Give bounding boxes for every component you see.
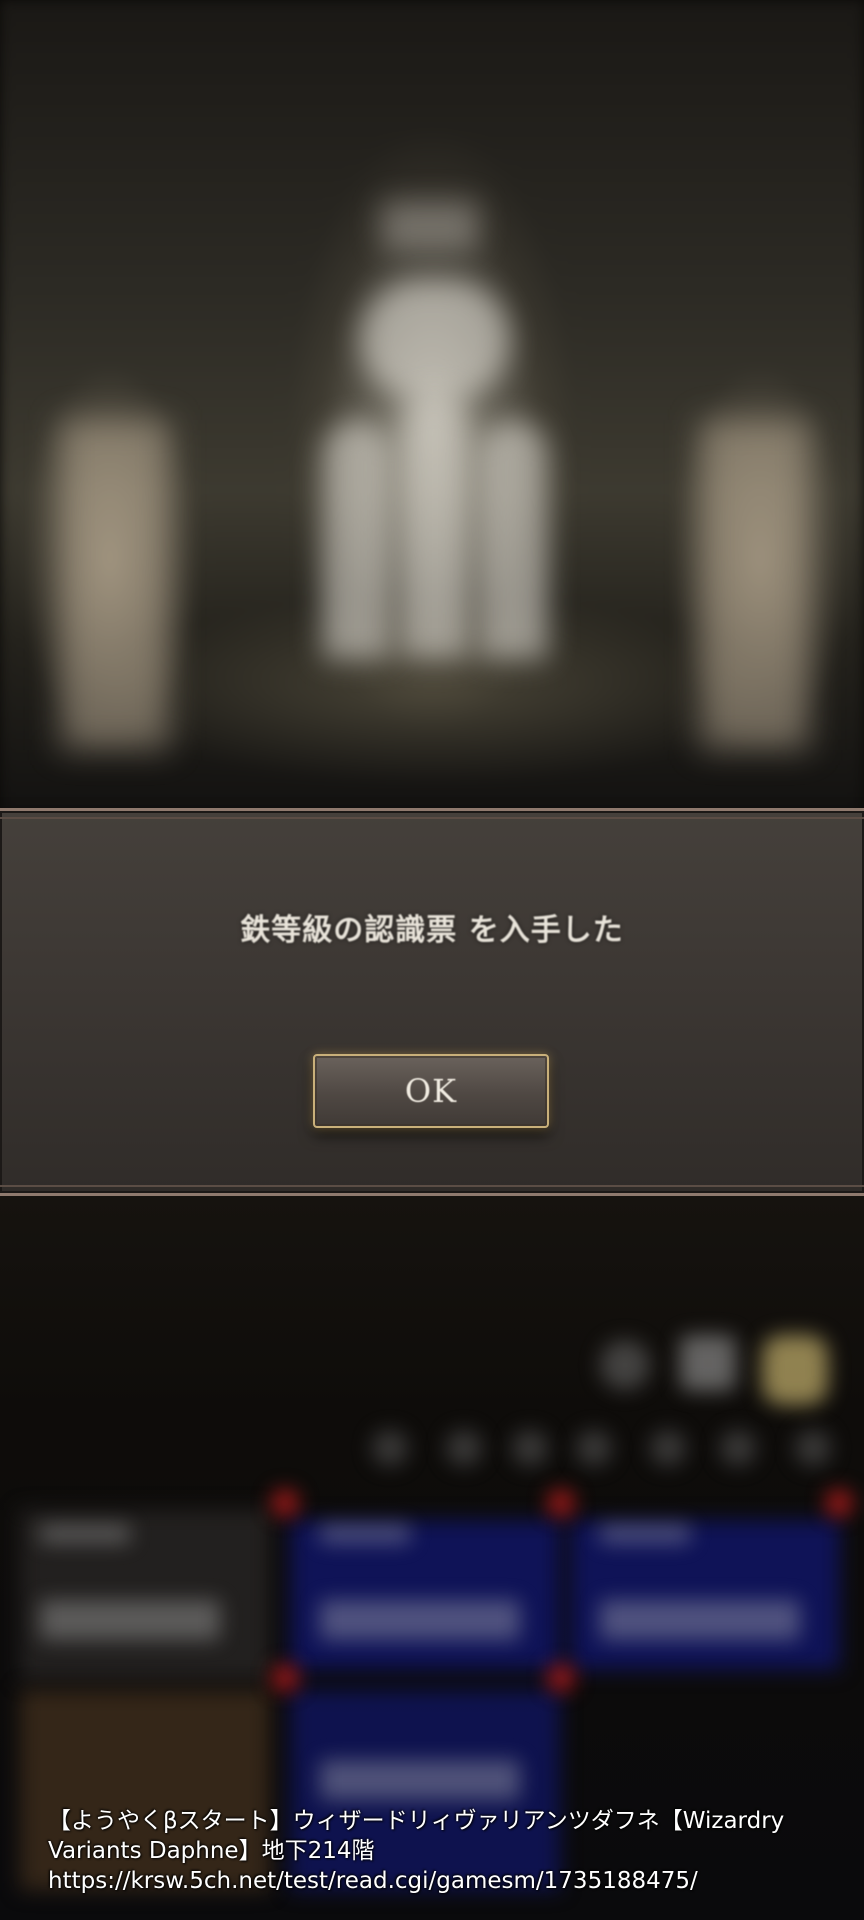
blurred-gear-icon	[680, 1335, 736, 1391]
game-screen: 鉄等級の認識票 を入手した OK 【ようやくβスタート】ウィザードリィヴァリアン…	[0, 0, 864, 1920]
blurred-text	[600, 1525, 690, 1543]
blurred-status-icon	[650, 1430, 686, 1466]
caption-url: https://krsw.5ch.net/test/read.cgi/games…	[48, 1868, 698, 1894]
blurred-alert-icon	[548, 1490, 574, 1516]
blurred-alert-icon	[548, 1665, 574, 1691]
blurred-status-icon	[512, 1430, 548, 1466]
blurred-status-icon	[795, 1430, 831, 1466]
blurred-pillar-left	[60, 420, 170, 750]
blurred-window-left	[322, 420, 392, 660]
caption-title-line2: Variants Daphne】地下214階	[48, 1838, 375, 1864]
blurred-ring-icon	[600, 1340, 650, 1390]
blurred-window-right	[478, 420, 548, 660]
caption-title-line1: 【ようやくβスタート】ウィザードリィヴァリアンツダフネ【Wizardry	[48, 1808, 785, 1834]
blurred-text	[320, 1525, 410, 1543]
blurred-status-icon	[446, 1430, 482, 1466]
dialog-message: 鉄等級の認識票 を入手した	[240, 913, 624, 948]
blurred-crest	[380, 200, 480, 250]
blurred-pillar-right	[700, 420, 810, 750]
blurred-rose-window	[360, 280, 510, 400]
blurred-text	[40, 1600, 220, 1640]
ok-button-label: OK	[404, 1072, 458, 1110]
blurred-alert-icon	[826, 1490, 852, 1516]
blurred-text	[320, 1600, 520, 1640]
blurred-text	[600, 1600, 800, 1640]
blurred-text	[320, 1760, 520, 1800]
blurred-alert-icon	[272, 1490, 298, 1516]
blurred-shield-icon	[762, 1335, 828, 1405]
ok-button[interactable]: OK	[313, 1054, 549, 1128]
blurred-status-icon	[576, 1430, 612, 1466]
blurred-window-center	[400, 390, 470, 660]
blurred-status-icon	[372, 1430, 408, 1466]
blurred-status-icon	[720, 1430, 756, 1466]
blurred-alert-icon	[272, 1665, 298, 1691]
blurred-text	[40, 1525, 130, 1543]
source-caption: 【ようやくβスタート】ウィザードリィヴァリアンツダフネ【Wizardry Var…	[48, 1806, 828, 1896]
item-obtained-dialog	[0, 808, 864, 1196]
